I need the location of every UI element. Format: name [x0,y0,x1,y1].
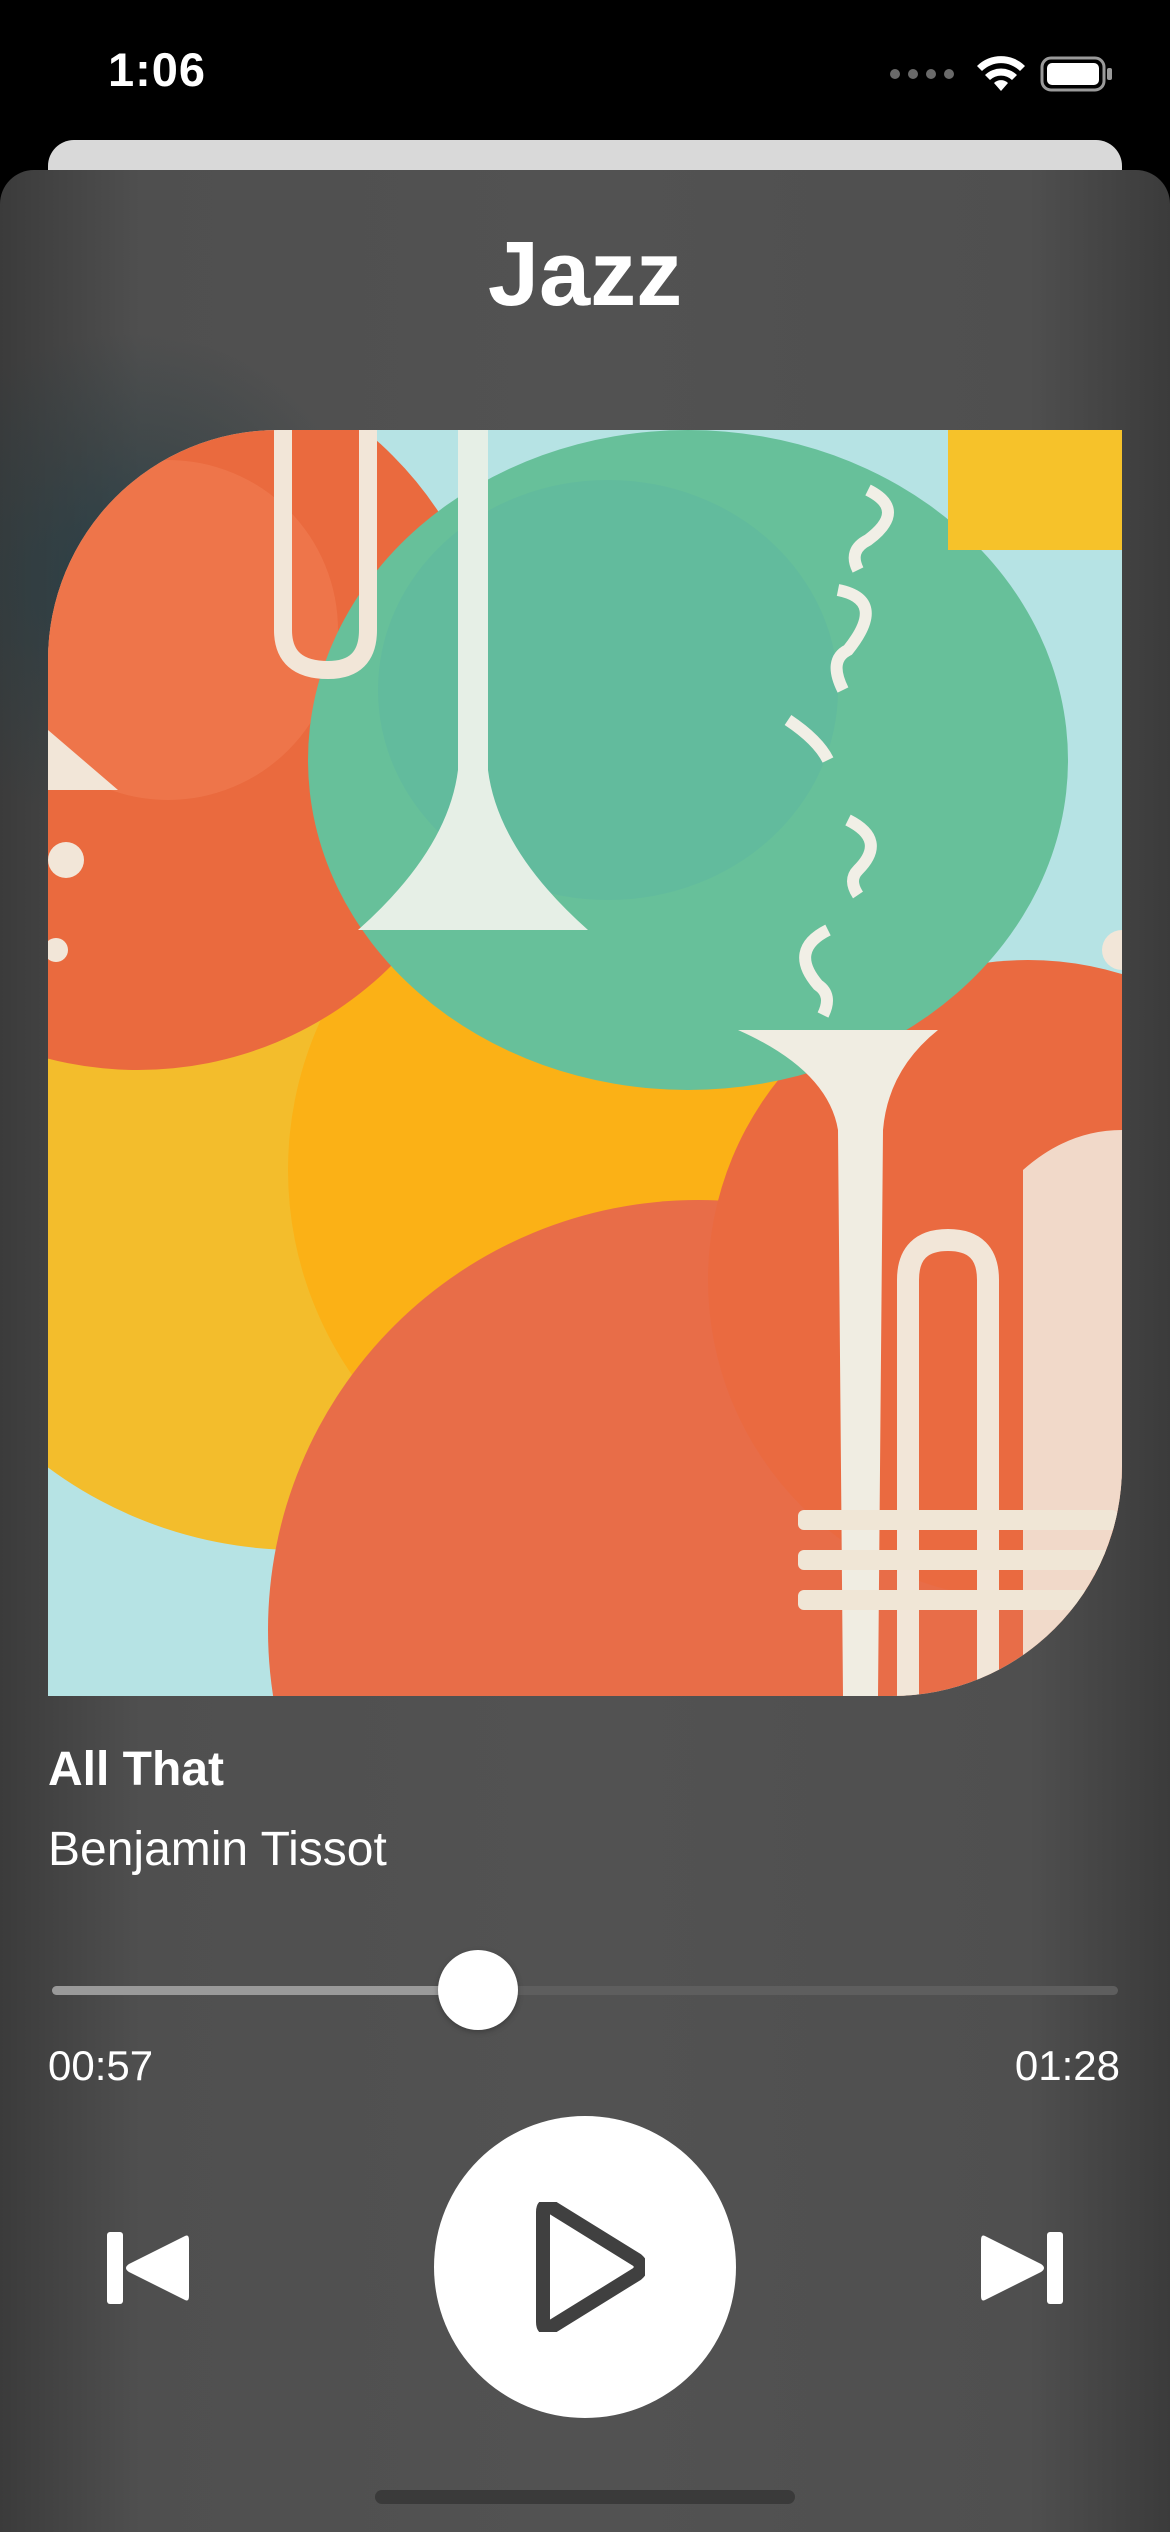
play-icon [536,2202,645,2332]
previous-track-button[interactable] [100,2220,196,2316]
progress-fill [52,1986,478,1995]
play-button[interactable] [434,2116,736,2418]
playlist-title: Jazz [487,223,683,325]
progress-slider[interactable] [52,1950,1118,2030]
screen: 1:06 Jazz All That Benjamin Tissot 00:57… [0,0,1170,2532]
battery-icon [1040,56,1112,92]
status-icons [890,52,1114,96]
total-time: 01:28 [1014,2042,1120,2089]
wifi-icon [977,56,1025,91]
player-sheet: Jazz All That Benjamin Tissot 00:57 01:2… [0,170,1170,2532]
cellular-dots-icon [890,69,954,79]
progress-thumb[interactable] [438,1950,518,2030]
elapsed-time: 00:57 [48,2042,154,2089]
home-indicator[interactable] [375,2490,795,2504]
skip-back-icon [107,2232,189,2304]
track-artist: Benjamin Tissot [48,1823,387,1876]
status-time: 1:06 [108,43,207,96]
album-artwork [48,430,1122,1696]
skip-forward-icon [981,2232,1063,2304]
track-title: All That [48,1743,224,1796]
status-bar: 1:06 [0,0,1170,150]
next-track-button[interactable] [974,2220,1070,2316]
